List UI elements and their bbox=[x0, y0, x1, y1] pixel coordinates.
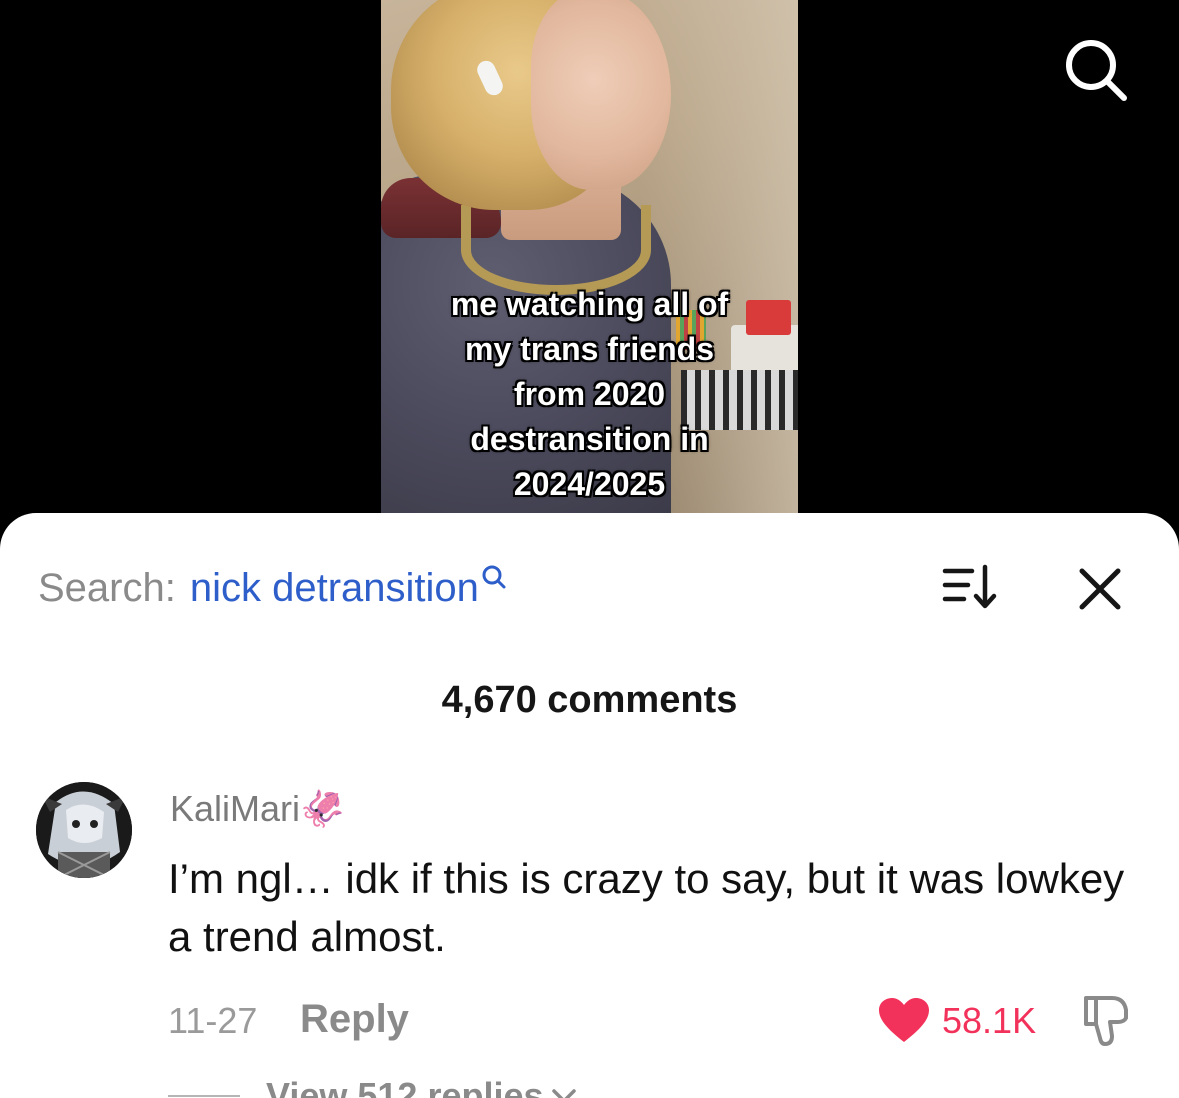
close-icon[interactable] bbox=[1072, 561, 1128, 617]
video-player[interactable]: me watching all of my trans friends from… bbox=[0, 0, 1179, 540]
view-replies-label: View 512 replies bbox=[266, 1075, 544, 1098]
search-prefix-label: Search: bbox=[38, 565, 176, 610]
like-button[interactable]: 58.1K bbox=[878, 993, 1036, 1049]
sort-comments-button[interactable] bbox=[940, 563, 1000, 613]
replies-divider bbox=[168, 1095, 240, 1097]
username-emoji: 🦑 bbox=[300, 788, 345, 829]
view-replies-button[interactable]: View 512 replies bbox=[168, 1075, 578, 1098]
close-comments-button[interactable] bbox=[1072, 561, 1128, 617]
avatar-image bbox=[36, 782, 132, 878]
comment-search-bar[interactable]: Search: nick detransition bbox=[38, 563, 507, 613]
search-query-link[interactable]: nick detransition bbox=[190, 566, 479, 611]
like-count: 58.1K bbox=[942, 1000, 1037, 1041]
heart-icon[interactable] bbox=[878, 998, 930, 1044]
search-button[interactable] bbox=[1060, 34, 1130, 104]
video-person-face bbox=[531, 0, 671, 190]
avatar[interactable] bbox=[36, 782, 132, 878]
search-icon[interactable] bbox=[1060, 34, 1130, 104]
dislike-button[interactable] bbox=[1078, 992, 1134, 1048]
comments-panel: Search: nick detransition 4,670 comments bbox=[0, 513, 1179, 1098]
thumbs-down-icon[interactable] bbox=[1078, 992, 1134, 1048]
comment-item: KaliMari🦑 I’m ngl… idk if this is crazy … bbox=[0, 768, 1179, 1098]
search-icon[interactable] bbox=[481, 564, 507, 590]
video-caption: me watching all of my trans friends from… bbox=[450, 286, 729, 502]
comment-count: 4,670 comments bbox=[441, 679, 738, 721]
username-text: KaliMari bbox=[170, 788, 301, 829]
chevron-down-icon bbox=[551, 1089, 576, 1098]
comment-text: I’m ngl… idk if this is crazy to say, bu… bbox=[168, 855, 1125, 960]
reply-button[interactable]: Reply bbox=[300, 997, 409, 1042]
sort-icon[interactable] bbox=[940, 563, 1000, 613]
comment-username[interactable]: KaliMari🦑 bbox=[170, 788, 345, 830]
comment-date: 11-27 bbox=[168, 1000, 258, 1041]
